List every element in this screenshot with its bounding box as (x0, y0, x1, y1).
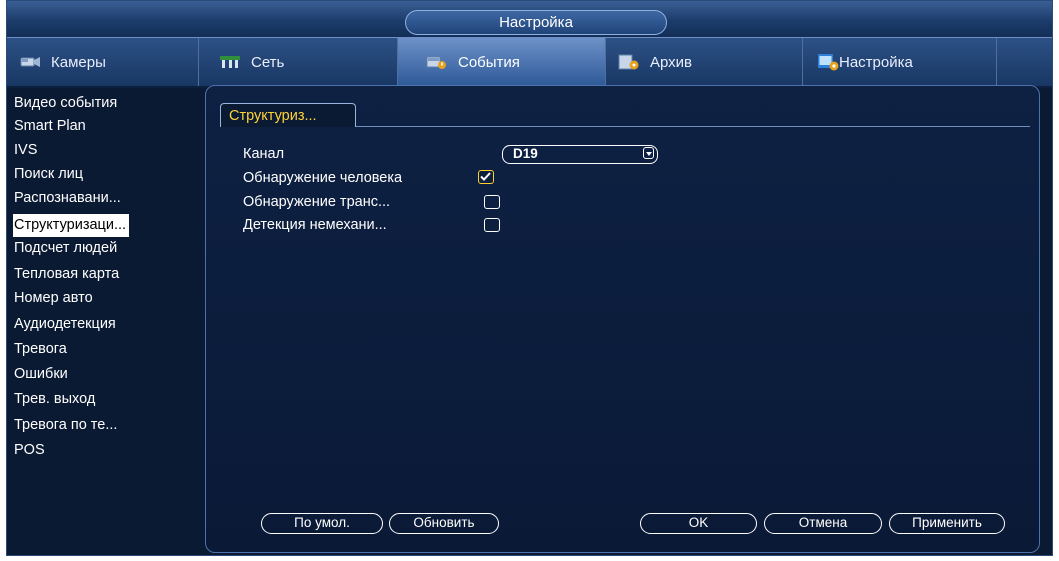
sidebar-item-audio-detection[interactable]: Аудиодетекция (13, 313, 119, 336)
sidebar-item-smart-plan[interactable]: Smart Plan (13, 115, 89, 138)
tab-network[interactable]: Сеть (199, 38, 398, 86)
default-button[interactable]: По умол. (261, 513, 383, 534)
events-icon (426, 53, 448, 71)
subtab-divider (356, 126, 1030, 127)
tab-cameras[interactable]: Камеры (7, 38, 199, 86)
sidebar-item-heat-map[interactable]: Тепловая карта (13, 263, 122, 286)
refresh-button[interactable]: Обновить (389, 513, 499, 534)
network-icon (219, 53, 241, 71)
tab-events-label: События (458, 53, 520, 71)
sidebar-item-temperature-alarm[interactable]: Тревога по те... (13, 414, 120, 437)
sidebar-item-video-events[interactable]: Видео события (13, 92, 120, 115)
sidebar-item-alarm[interactable]: Тревога (13, 338, 70, 361)
sidebar-item-ivs[interactable]: IVS (13, 139, 40, 162)
sidebar-item-structuring[interactable]: Структуризаци... (13, 214, 130, 237)
tab-cameras-label: Камеры (51, 53, 106, 71)
ok-button[interactable]: OK (640, 513, 757, 534)
tab-structuring[interactable]: Структуриз... (220, 103, 356, 127)
check-icon (480, 172, 491, 181)
sidebar-item-errors[interactable]: Ошибки (13, 363, 71, 386)
settings-icon (817, 53, 839, 71)
apply-button[interactable]: Применить (889, 513, 1005, 534)
chevron-down-icon (643, 147, 654, 159)
tab-system[interactable]: Настройка (803, 38, 997, 86)
channel-label: Канал (243, 146, 285, 162)
cancel-button[interactable]: Отмена (764, 513, 882, 534)
non-motor-detection-label: Детекция немехани... (243, 217, 387, 233)
human-detection-checkbox[interactable] (478, 170, 494, 184)
tab-storage-label: Архив (650, 53, 693, 71)
sidebar-item-plate-number[interactable]: Номер авто (13, 287, 96, 310)
tab-events[interactable]: События (398, 38, 606, 86)
human-detection-label: Обнаружение человека (243, 170, 403, 186)
channel-value: D19 (513, 146, 538, 161)
non-motor-detection-checkbox[interactable] (484, 218, 500, 232)
tab-storage[interactable]: Архив (606, 38, 803, 86)
window-title: Настройка (405, 10, 667, 35)
channel-select[interactable]: D19 (502, 145, 658, 164)
title-bar: Настройка (7, 1, 1052, 38)
main-tabs: Камеры Сеть События Архив Настройка (7, 38, 1052, 88)
sidebar: Видео события Smart Plan IVS Поиск лиц Р… (7, 87, 199, 555)
tab-system-label: Настройка (839, 53, 913, 71)
sidebar-item-people-counting[interactable]: Подсчет людей (13, 237, 120, 260)
sidebar-item-face-search[interactable]: Поиск лиц (13, 163, 86, 186)
sidebar-item-alarm-output[interactable]: Трев. выход (13, 388, 98, 411)
tab-network-label: Сеть (251, 53, 285, 71)
vehicle-detection-checkbox[interactable] (484, 195, 500, 209)
vehicle-detection-label: Обнаружение транс... (243, 194, 391, 210)
sidebar-item-recognition[interactable]: Распознавани... (13, 187, 124, 210)
sidebar-item-pos[interactable]: POS (13, 439, 48, 462)
camera-icon (19, 53, 41, 71)
storage-icon (618, 53, 640, 71)
